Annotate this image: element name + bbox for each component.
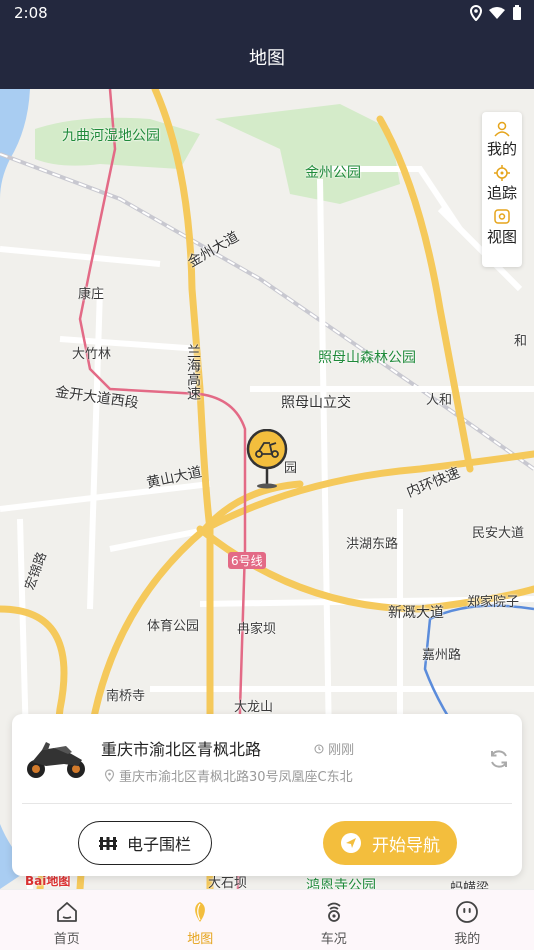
profile-icon (456, 901, 479, 923)
tab-home-label: 首页 (53, 932, 80, 947)
map-label-jiazhou: 嘉州路 (422, 648, 462, 663)
vehicle-status-icon (327, 902, 341, 922)
pin-icon (104, 769, 115, 782)
location-icon (470, 5, 482, 21)
vehicle-info-card: 重庆市渝北区青枫北路 刚刚 重庆市渝北区青枫北路30号凤凰座C东北 电子围栏 开… (12, 714, 522, 876)
clock-icon (314, 744, 324, 754)
vehicle-address-text: 重庆市渝北区青枫北路30号凤凰座C东北 (119, 770, 353, 785)
map-label-xinxi: 新溉大道 (388, 605, 444, 621)
map-tools-panel: 我的 追踪 视图 (482, 112, 522, 267)
refresh-icon[interactable] (488, 748, 510, 770)
map-label-mahuangliang: 蚂蟥梁 (450, 881, 490, 889)
map-label-ranjiaba: 冉家坝 (237, 622, 277, 637)
start-navigation-button[interactable]: 开始导航 (323, 821, 457, 865)
map-label-line6: 6号线 (228, 552, 266, 569)
page-title: 地图 (249, 48, 285, 69)
tab-map-label: 地图 (187, 932, 214, 947)
map-label-nanqiao: 南桥寺 (106, 689, 146, 704)
vehicle-location-title: 重庆市渝北区青枫北路 (101, 740, 262, 759)
map-label-hongen: 鸿恩寺公园 (306, 878, 376, 889)
tool-view-label: 视图 (486, 228, 517, 246)
page-header: 地图 (0, 28, 534, 89)
map-label-zhaomushan-jct: 照母山立交 (281, 395, 351, 411)
map-label-minan: 民安大道 (472, 526, 525, 541)
map-label-zhengjia: 郑家院子 (467, 595, 520, 610)
status-icons (470, 5, 522, 21)
card-divider (22, 803, 512, 804)
map-label-lanhai: 兰海高速 (185, 344, 201, 400)
map-label-renhe: 人和 (426, 393, 453, 408)
electronic-fence-label: 电子围栏 (126, 835, 191, 854)
navigation-icon (341, 833, 361, 853)
crosshair-icon (494, 165, 510, 181)
home-icon (56, 902, 77, 922)
map-label-he: 和 (514, 334, 528, 349)
tool-track-label: 追踪 (486, 184, 517, 202)
tool-mine-label: 我的 (486, 140, 517, 158)
tool-mine[interactable]: 我的 (482, 120, 522, 164)
tab-map[interactable]: 地图 (134, 890, 268, 950)
motorcycle-image (27, 742, 85, 778)
battery-icon (513, 5, 521, 20)
map-label-tiyu: 体育公园 (147, 619, 200, 634)
map-label-kangzhuang: 康庄 (78, 287, 105, 302)
tool-view[interactable]: 视图 (482, 208, 522, 252)
bottom-tab-bar: 首页 地图 车况 我的 (0, 889, 534, 950)
tab-vehicle-status-label: 车况 (320, 932, 347, 947)
start-navigation-label: 开始导航 (372, 835, 440, 856)
map-icon (195, 902, 206, 922)
status-bar: 2:08 (0, 0, 534, 28)
map-label-dazhulin: 大竹林 (72, 347, 112, 362)
update-time-label: 刚刚 (328, 743, 355, 758)
vehicle-address: 重庆市渝北区青枫北路30号凤凰座C东北 (104, 766, 353, 785)
fence-icon (98, 837, 117, 850)
map-label-jiuqu: 九曲河湿地公园 (62, 128, 160, 144)
tab-home[interactable]: 首页 (0, 890, 134, 950)
status-time: 2:08 (14, 4, 48, 22)
tab-mine-label: 我的 (454, 932, 481, 947)
electronic-fence-button[interactable]: 电子围栏 (78, 821, 212, 865)
person-icon (494, 121, 510, 137)
tool-track[interactable]: 追踪 (482, 164, 522, 208)
vehicle-location-marker[interactable] (246, 429, 288, 489)
map-label-honghu: 洪湖东路 (346, 537, 399, 552)
tab-vehicle-status[interactable]: 车况 (267, 890, 401, 950)
map-label-jinzhou-park: 金州公园 (305, 165, 361, 181)
update-time: 刚刚 (314, 739, 354, 758)
map-label-dalongshan: 大龙山 (234, 700, 274, 715)
tab-mine[interactable]: 我的 (401, 890, 534, 950)
wifi-icon (489, 7, 505, 19)
map-label-zhaomushan-park: 照母山森林公园 (318, 350, 416, 366)
view-icon (494, 209, 510, 224)
